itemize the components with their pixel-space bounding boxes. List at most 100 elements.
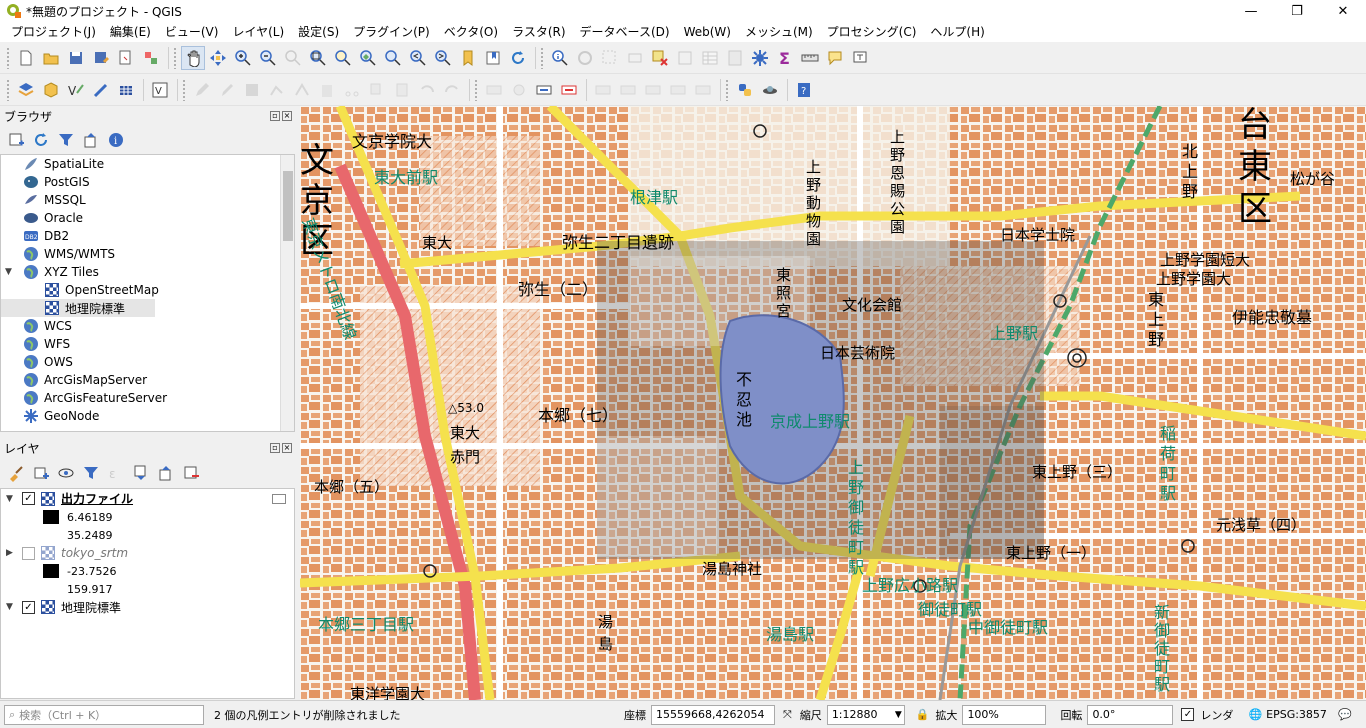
copy-features-icon[interactable] <box>365 78 389 102</box>
messages-icon[interactable]: 💬 <box>1338 708 1352 721</box>
filter-by-expression-icon[interactable]: ε <box>104 461 128 485</box>
render-checkbox[interactable]: ✓ <box>1181 708 1195 721</box>
python-icon[interactable] <box>733 78 757 102</box>
float-panel-icon[interactable]: ▫ <box>270 443 280 453</box>
toggle-extent-icon[interactable]: ⤧ <box>783 708 792 722</box>
layer-row[interactable]: ▼ ✓ 地理院標準 <box>1 598 294 616</box>
crs-globe-icon[interactable]: 🌐 <box>1248 708 1262 721</box>
measure-line-icon[interactable] <box>798 46 822 70</box>
float-panel-icon[interactable]: ▫ <box>270 111 280 121</box>
attribute-table-icon[interactable] <box>698 46 722 70</box>
run-feature-action-icon[interactable] <box>573 46 597 70</box>
browser-item-spatialite[interactable]: SpatiaLite <box>1 155 294 173</box>
save-project-icon[interactable] <box>64 46 88 70</box>
toolbar-grip[interactable] <box>182 78 186 101</box>
browser-tree[interactable]: SpatiaLite PostGIS MSSQL Oracle DB2 DB2 … <box>0 154 295 432</box>
menu-processing[interactable]: プロセシング(C) <box>820 22 924 42</box>
deselect-layer-icon[interactable] <box>673 46 697 70</box>
remove-layer-icon[interactable] <box>179 461 203 485</box>
browser-item-db2[interactable]: DB2 DB2 <box>1 227 294 245</box>
ufo-plugin-icon[interactable] <box>758 78 782 102</box>
menu-edit[interactable]: 編集(E) <box>103 22 158 42</box>
new-geopackage-icon[interactable] <box>39 78 63 102</box>
browser-item-wms[interactable]: WMS/WMTS <box>1 245 294 263</box>
scale-dropdown-chevron-icon[interactable]: ▼ <box>895 710 902 720</box>
change-label-icon[interactable] <box>641 78 665 102</box>
paste-features-icon[interactable] <box>390 78 414 102</box>
close-panel-icon[interactable]: × <box>282 111 292 121</box>
zoom-in-icon[interactable] <box>231 46 255 70</box>
zoom-out-icon[interactable] <box>256 46 280 70</box>
undo-icon[interactable] <box>415 78 439 102</box>
field-calculator-icon[interactable] <box>723 46 747 70</box>
layer-visibility-checkbox[interactable]: ✓ <box>22 492 35 505</box>
browser-item-openstreetmap[interactable]: OpenStreetMap <box>1 281 294 299</box>
expand-chevron-icon[interactable]: ▼ <box>6 602 18 612</box>
deselect-all-icon[interactable] <box>648 46 672 70</box>
browser-item-xyz-tiles[interactable]: ▼ XYZ Tiles <box>1 263 294 281</box>
menu-help[interactable]: ヘルプ(H) <box>923 22 991 42</box>
expand-all-icon[interactable] <box>129 461 153 485</box>
label-tool-icon[interactable] <box>482 78 506 102</box>
cut-features-icon[interactable] <box>340 78 364 102</box>
menu-view[interactable]: ビュー(V) <box>158 22 226 42</box>
menu-layer[interactable]: レイヤ(L) <box>225 22 291 42</box>
refresh-browser-icon[interactable] <box>29 128 53 152</box>
menu-project[interactable]: プロジェクト(J) <box>4 22 103 42</box>
delete-selected-icon[interactable] <box>315 78 339 102</box>
identify-features-icon[interactable] <box>548 46 572 70</box>
pan-hand-icon[interactable] <box>181 45 205 70</box>
pin-labels-icon[interactable] <box>507 78 531 102</box>
toolbar-grip[interactable] <box>474 78 478 101</box>
add-virtual-layer-icon[interactable]: V <box>148 78 172 102</box>
zoom-rubberband-icon[interactable] <box>281 46 305 70</box>
add-group-icon[interactable] <box>29 461 53 485</box>
vertex-tool-icon[interactable] <box>290 78 314 102</box>
move-diagram-icon[interactable] <box>691 78 715 102</box>
browser-item-wfs[interactable]: WFS <box>1 335 294 353</box>
rotate-label-icon[interactable] <box>616 78 640 102</box>
locator-search-input[interactable]: ⌕ 検索（Ctrl + K） <box>4 704 204 725</box>
add-mesh-layer-icon[interactable] <box>114 78 138 102</box>
rotation-field[interactable]: 0.0° <box>1087 704 1174 725</box>
add-raster-layer-icon[interactable] <box>89 78 113 102</box>
browser-item-gsi-standard[interactable]: 地理院標準 <box>1 299 155 317</box>
zoom-last-icon[interactable] <box>406 46 430 70</box>
data-source-manager-icon[interactable] <box>14 78 38 102</box>
toolbar-grip[interactable] <box>725 78 729 101</box>
scale-field[interactable]: 1:12880 <box>826 704 905 725</box>
browser-item-postgis[interactable]: PostGIS <box>1 173 294 191</box>
filter-browser-icon[interactable] <box>54 128 78 152</box>
style-manager-icon[interactable] <box>139 46 163 70</box>
browser-scrollbar[interactable] <box>280 155 294 431</box>
toolbar-grip[interactable] <box>540 46 544 69</box>
browser-item-oracle[interactable]: Oracle <box>1 209 294 227</box>
toolbar-grip[interactable] <box>6 78 10 101</box>
lock-scale-icon[interactable]: 🔒 <box>916 708 930 721</box>
redo-icon[interactable] <box>440 78 464 102</box>
processing-toolbox-icon[interactable] <box>748 46 772 70</box>
current-edits-icon[interactable] <box>190 78 214 102</box>
minimize-button[interactable]: — <box>1228 0 1274 22</box>
maximize-button[interactable]: ❐ <box>1274 0 1320 22</box>
menu-vector[interactable]: ベクタ(O) <box>437 22 505 42</box>
layer-visibility-checkbox[interactable]: ✓ <box>22 600 35 614</box>
browser-item-arcgis-mapserver[interactable]: ArcGisMapServer <box>1 371 294 389</box>
refresh-icon[interactable] <box>506 46 530 70</box>
help-icon[interactable]: ? <box>792 78 816 102</box>
show-bookmarks-icon[interactable] <box>481 46 505 70</box>
close-button[interactable]: ✕ <box>1320 0 1366 22</box>
add-feature-icon[interactable] <box>265 78 289 102</box>
new-spatial-bookmark-icon[interactable] <box>456 46 480 70</box>
layer-indicator-icon[interactable] <box>272 493 286 504</box>
show-hide-labels-icon[interactable] <box>666 78 690 102</box>
crs-label[interactable]: EPSG:3857 <box>1266 708 1327 721</box>
add-vector-layer-icon[interactable]: V <box>64 78 88 102</box>
zoom-to-selection-icon[interactable] <box>331 46 355 70</box>
menu-settings[interactable]: 設定(S) <box>291 22 346 42</box>
menu-mesh[interactable]: メッシュ(M) <box>738 22 820 42</box>
expand-chevron-icon[interactable]: ▶ <box>6 548 18 558</box>
statistical-summary-icon[interactable]: Σ <box>773 46 797 70</box>
browser-item-ows[interactable]: OWS <box>1 353 294 371</box>
save-edits-icon[interactable] <box>240 78 264 102</box>
